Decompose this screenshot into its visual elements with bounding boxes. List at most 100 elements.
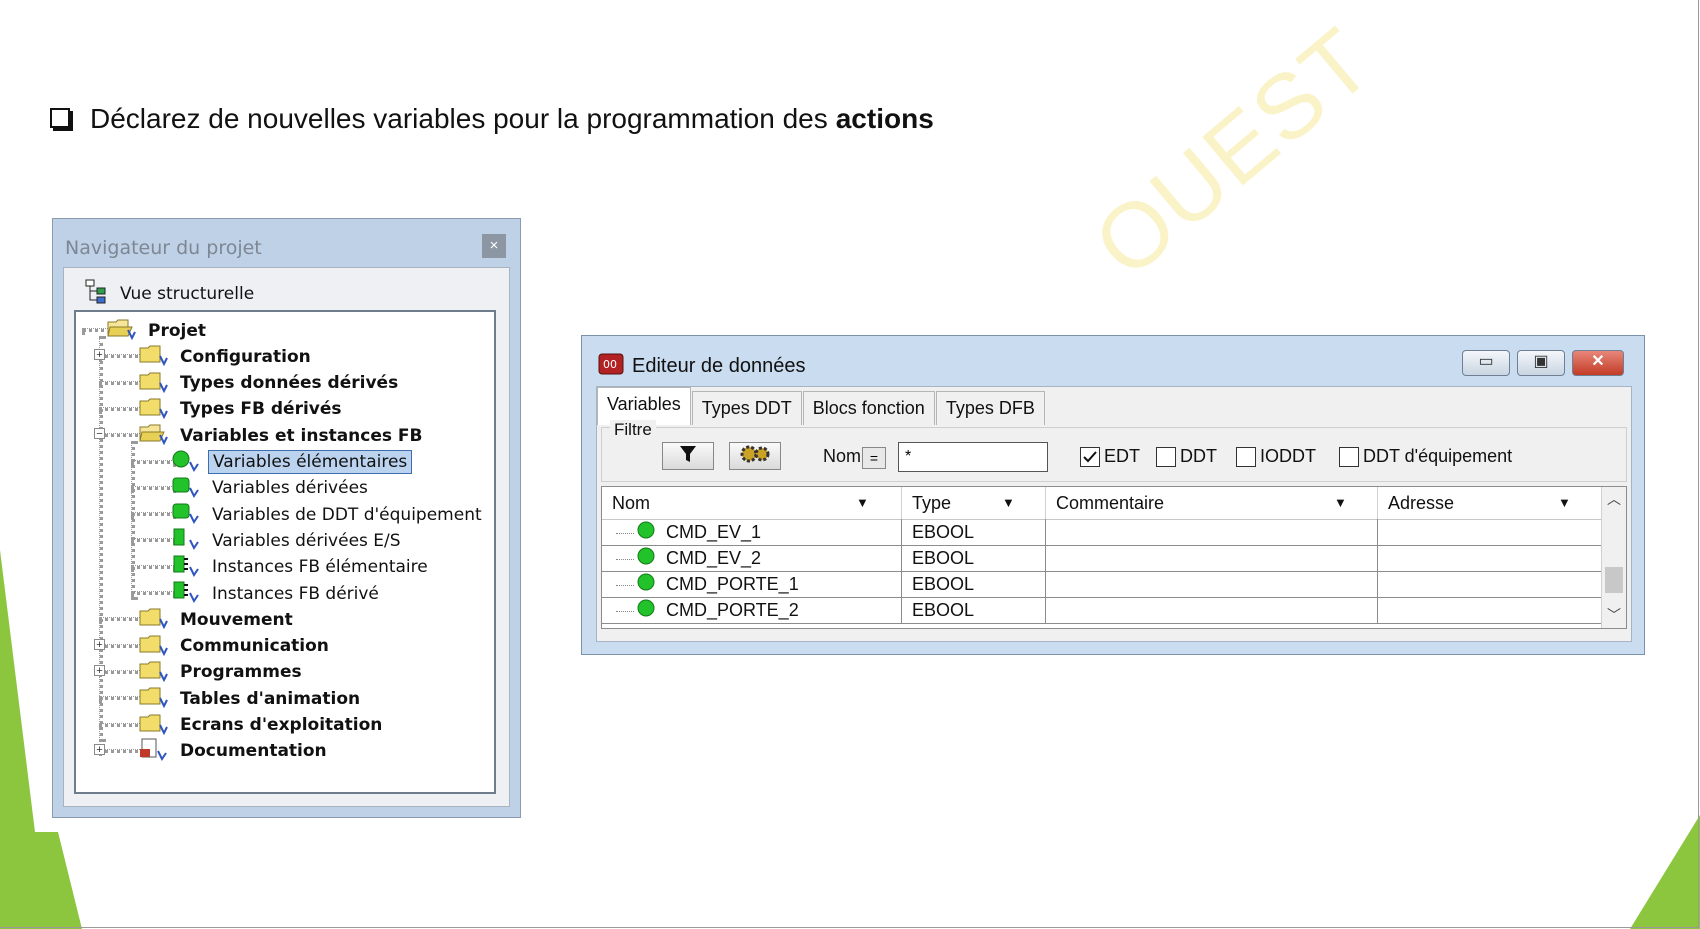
collapse-icon[interactable]: − [94,428,105,440]
sort-arrow-icon[interactable]: ▼ [856,487,869,519]
cell-adresse[interactable] [1378,571,1602,597]
scrollbar-thumb[interactable] [1605,567,1623,593]
nom-label: Nom [823,446,862,466]
tree-item-projet[interactable]: Projet [106,316,210,345]
expand-icon[interactable]: + [94,664,105,676]
cell-type[interactable]: EBOOL [902,545,1046,571]
ddt-checkbox[interactable]: DDT [1156,446,1217,467]
structural-view-header[interactable]: Vue structurelle [84,278,254,309]
filter-group: Filtre Nom = EDT DDT IODDT [601,420,1627,482]
cell-type[interactable]: EBOOL [902,519,1046,545]
ddt-equipement-check-box[interactable] [1339,446,1359,467]
tab-types-dfb[interactable]: Types DFB [935,391,1045,425]
tree-item-variables-derivees-es[interactable]: Variables dérivées E/S [170,526,405,555]
expand-icon[interactable]: + [94,743,105,755]
tree-item-label: Ecrans d'exploitation [180,715,383,735]
folder-icon [138,632,168,661]
tree-item-label: Documentation [180,741,327,762]
maximize-button[interactable]: ▣ [1517,350,1565,376]
cell-commentaire[interactable] [1046,597,1378,623]
nom-filter-input[interactable] [898,442,1048,472]
ddt-equipement-checkbox[interactable]: DDT d'équipement [1339,446,1512,467]
open-folder-icon [106,316,136,345]
cell-adresse[interactable] [1378,545,1602,571]
sort-arrow-icon[interactable]: ▼ [1334,487,1347,519]
tree-item-label: Variables et instances FB [180,425,423,446]
tree-item-variables-ddt-equipement[interactable]: Variables de DDT d'équipement [170,500,486,529]
cell-adresse[interactable] [1378,519,1602,545]
filter-legend: Filtre [610,420,656,440]
cell-commentaire[interactable] [1046,571,1378,597]
filter-button[interactable] [662,442,714,470]
sort-arrow-icon[interactable]: ▼ [1002,487,1015,519]
table-row[interactable]: CMD_PORTE_2 EBOOL [602,597,1602,624]
cell-commentaire[interactable] [1046,545,1378,571]
settings-button[interactable] [729,442,781,470]
edt-check-box[interactable] [1080,446,1100,467]
cell-adresse[interactable] [1378,597,1602,623]
tab-types-ddt[interactable]: Types DDT [691,391,802,425]
scroll-up-icon[interactable]: ︿ [1602,487,1626,511]
edt-checkbox[interactable]: EDT [1080,446,1140,467]
tree-item-variables-elementaires[interactable]: Variables élémentaires [170,448,413,477]
cell-nom[interactable]: CMD_PORTE_1 [602,571,902,597]
scroll-down-icon[interactable]: ﹀ [1602,603,1626,627]
tree-item-variables-derivees[interactable]: Variables dérivées [170,474,372,503]
tree-item-ecrans-exploitation[interactable]: Ecrans d'exploitation [138,711,386,740]
minimize-button[interactable]: ▭ [1462,350,1510,376]
equals-button[interactable]: = [862,447,886,469]
tree-item-label: Variables dérivées [212,478,368,499]
io-variable-icon [170,526,200,555]
ioddt-check-box[interactable] [1236,446,1256,467]
view-label: Vue structurelle [120,283,255,304]
tree-item-instances-fb-derive[interactable]: Instances FB dérivé [170,579,383,608]
tree-item-instances-fb-elementaire[interactable]: Instances FB élémentaire [170,553,432,582]
cell-nom[interactable]: CMD_PORTE_2 [602,597,902,623]
tree-item-programmes[interactable]: Programmes [138,658,306,687]
sort-arrow-icon[interactable]: ▼ [1558,487,1571,519]
svg-text:00: 00 [603,358,617,371]
cell-commentaire[interactable] [1046,519,1378,545]
tree-item-label: Variables dérivées E/S [212,530,401,551]
tree-item-label: Configuration [180,346,311,367]
tree-guide-line [131,441,135,600]
table-row[interactable]: CMD_PORTE_1 EBOOL [602,571,1602,598]
tree-item-mouvement[interactable]: Mouvement [138,605,297,634]
green-accent-right [1630,815,1700,929]
derived-variable-icon [170,500,200,529]
tab-blocs-fonction[interactable]: Blocs fonction [802,391,935,425]
cell-nom[interactable]: CMD_EV_2 [602,545,902,571]
tree-item-documentation[interactable]: Documentation [138,737,331,766]
folder-icon [138,658,168,687]
tree-item-label: Variables élémentaires [208,450,413,474]
tree-item-label: Programmes [180,662,302,683]
cell-type[interactable]: EBOOL [902,571,1046,597]
tree-item-tables-animation[interactable]: Tables d'animation [138,684,364,713]
column-type[interactable]: Type ▼ [902,487,1046,519]
ioddt-checkbox[interactable]: IODDT [1236,446,1316,467]
table-row[interactable]: CMD_EV_2 EBOOL [602,545,1602,572]
watermark: OUEST [1075,8,1392,297]
close-window-button[interactable]: ✕ [1572,350,1624,376]
vertical-scrollbar[interactable]: ︿ ﹀ [1601,487,1626,628]
tree-item-variables-instances-fb[interactable]: Variables et instances FB [138,421,426,450]
tree-item-types-fb-derives[interactable]: Types FB dérivés [138,395,346,424]
tree-item-label: Projet [148,320,207,341]
expand-icon[interactable]: + [94,638,105,650]
column-nom[interactable]: Nom ▼ [602,487,902,519]
column-commentaire[interactable]: Commentaire ▼ [1046,487,1378,519]
tree-item-communication[interactable]: Communication [138,632,333,661]
elementary-variable-icon [636,520,658,547]
table-row[interactable]: CMD_EV_1 EBOOL [602,519,1602,546]
tree-item-label: Instances FB élémentaire [212,557,428,578]
tree-item-types-donnees-derives[interactable]: Types données dérivés [138,369,402,398]
function-block-icon [170,553,200,582]
edt-label: EDT [1104,446,1140,466]
tree-item-configuration[interactable]: Configuration [138,342,315,371]
cell-type[interactable]: EBOOL [902,597,1046,623]
ddt-check-box[interactable] [1156,446,1176,467]
column-adresse[interactable]: Adresse ▼ [1378,487,1602,519]
expand-icon[interactable]: + [94,349,105,361]
close-button[interactable]: × [482,234,506,258]
cell-nom[interactable]: CMD_EV_1 [602,519,902,545]
